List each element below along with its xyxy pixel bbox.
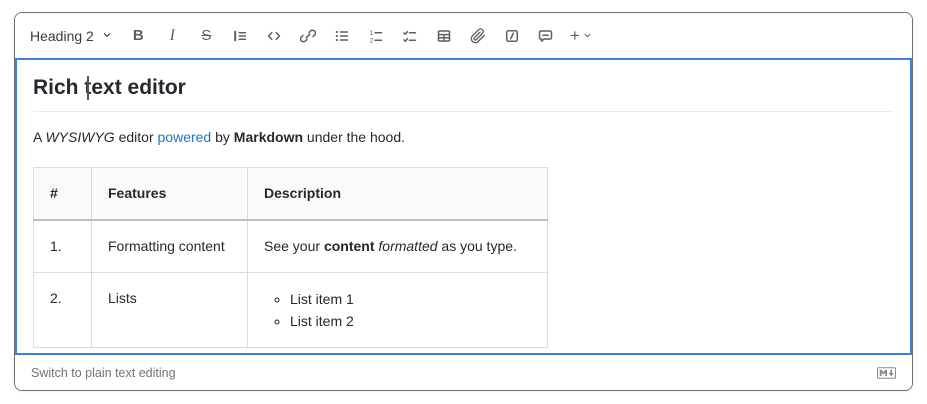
svg-text:2: 2	[370, 37, 374, 43]
cell-feature[interactable]: Lists	[92, 273, 248, 348]
text-style-label: Heading 2	[30, 28, 94, 44]
chevron-down-icon	[101, 28, 113, 44]
switch-to-plain-text-link[interactable]: Switch to plain text editing	[31, 366, 176, 380]
text-style-dropdown[interactable]: Heading 2	[30, 28, 113, 44]
paragraph-text: A	[33, 129, 45, 145]
paragraph-text: by	[211, 129, 234, 145]
table-header-description[interactable]: Description	[248, 168, 548, 221]
paragraph-text: under the hood.	[303, 129, 405, 145]
table-button[interactable]	[432, 23, 457, 48]
list-item: List item 2	[290, 310, 531, 332]
task-list-button[interactable]	[398, 23, 423, 48]
cell-text: See your	[264, 238, 324, 254]
bullet-list-button[interactable]	[330, 23, 355, 48]
paragraph-text: editor	[115, 129, 158, 145]
more-options-button[interactable]: +	[568, 23, 595, 48]
quote-button[interactable]	[228, 23, 253, 48]
table-header-row: # Features Description	[34, 168, 548, 221]
italic-icon: I	[170, 27, 175, 45]
attachment-button[interactable]	[466, 23, 491, 48]
strikethrough-icon: S	[201, 27, 211, 44]
quote-icon	[232, 28, 248, 44]
features-table: # Features Description 1. Formatting con…	[33, 167, 548, 348]
link-button[interactable]	[296, 23, 321, 48]
rich-text-editor: Heading 2 B I S	[14, 12, 913, 391]
heading-text: Rich text editor	[33, 76, 186, 99]
list-item: List item 1	[290, 288, 531, 310]
italic-button[interactable]: I	[160, 23, 185, 48]
table-header-num[interactable]: #	[34, 168, 92, 221]
editor-content-area[interactable]: Rich text editor A WYSIWYG editor powere…	[15, 58, 912, 355]
cell-row-number[interactable]: 1.	[34, 220, 92, 273]
task-list-icon	[402, 28, 418, 44]
markdown-icon[interactable]	[877, 367, 896, 379]
paperclip-icon	[470, 28, 486, 44]
italic-text: WYSIWYG	[45, 129, 114, 145]
bold-text: Markdown	[234, 129, 303, 145]
table-icon	[436, 28, 452, 44]
cell-feature[interactable]: Formatting content	[92, 220, 248, 273]
cell-row-number[interactable]: 2.	[34, 273, 92, 348]
table-header-features[interactable]: Features	[92, 168, 248, 221]
bullet-list: List item 1 List item 2	[264, 288, 531, 332]
table-row: 1. Formatting content See your content f…	[34, 220, 548, 273]
text-cursor	[87, 76, 89, 100]
quick-action-button[interactable]	[500, 23, 525, 48]
comment-icon	[538, 28, 554, 44]
code-button[interactable]	[262, 23, 287, 48]
chevron-down-icon	[582, 30, 593, 41]
italic-text: formatted	[378, 238, 437, 254]
cell-text: as you type.	[438, 238, 517, 254]
comment-button[interactable]	[534, 23, 559, 48]
ordered-list-icon: 1 2	[368, 28, 384, 44]
powered-link[interactable]: powered	[158, 129, 212, 145]
link-icon	[300, 28, 316, 44]
bold-button[interactable]: B	[126, 23, 151, 48]
strikethrough-button[interactable]: S	[194, 23, 219, 48]
quick-action-icon	[504, 28, 520, 44]
editor-footer: Switch to plain text editing	[15, 355, 912, 390]
table-row: 2. Lists List item 1 List item 2	[34, 273, 548, 348]
bold-icon: B	[133, 27, 144, 44]
cell-description[interactable]: List item 1 List item 2	[248, 273, 548, 348]
formatting-toolbar: Heading 2 B I S	[15, 13, 912, 58]
svg-text:1: 1	[370, 30, 374, 37]
bullet-list-icon	[334, 28, 350, 44]
intro-paragraph: A WYSIWYG editor powered by Markdown und…	[33, 127, 894, 147]
code-icon	[266, 28, 282, 44]
bold-text: content	[324, 238, 375, 254]
cell-description[interactable]: See your content formatted as you type.	[248, 220, 548, 273]
document-heading: Rich text editor	[33, 74, 894, 112]
ordered-list-button[interactable]: 1 2	[364, 23, 389, 48]
plus-icon: +	[570, 27, 580, 44]
